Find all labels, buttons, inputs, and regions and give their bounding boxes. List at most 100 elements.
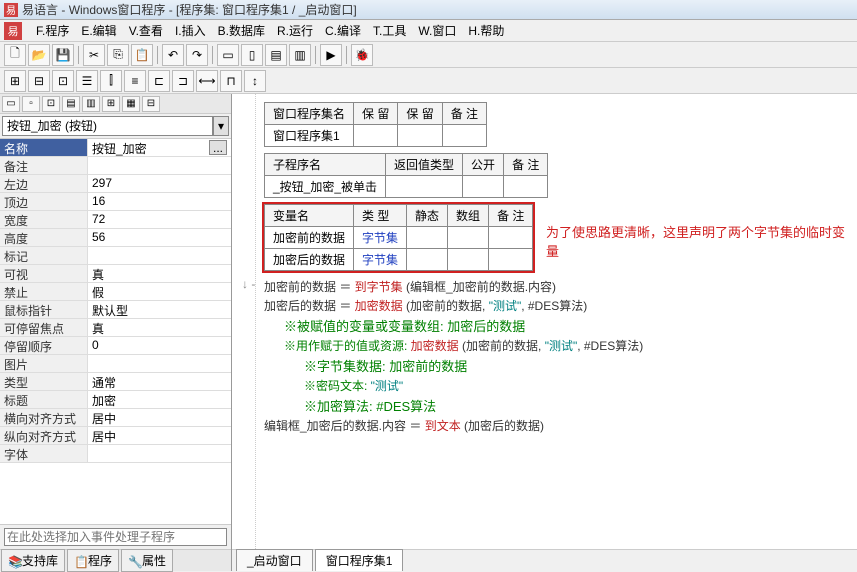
prop-value[interactable]: 居中 bbox=[88, 409, 231, 426]
prop-row[interactable]: 横向对齐方式居中 bbox=[0, 409, 231, 427]
redo-icon[interactable]: ↷ bbox=[186, 44, 208, 66]
align10-icon[interactable]: ⊓ bbox=[220, 70, 242, 92]
prop-name: 纵向对齐方式 bbox=[0, 427, 88, 444]
align7-icon[interactable]: ⊏ bbox=[148, 70, 170, 92]
doc-tab-assembly[interactable]: 窗口程序集1 bbox=[315, 549, 404, 571]
prop-row[interactable]: 高度56 bbox=[0, 229, 231, 247]
layout1-icon[interactable]: ▭ bbox=[217, 44, 239, 66]
prop-value[interactable] bbox=[88, 445, 231, 462]
code-line-2[interactable]: 加密后的数据 ＝ 加密数据 (加密前的数据, "测试", #DES算法) bbox=[264, 296, 853, 315]
prop-value[interactable]: 假 bbox=[88, 283, 231, 300]
prop-value[interactable]: 加密 bbox=[88, 391, 231, 408]
prop-row[interactable]: 字体 bbox=[0, 445, 231, 463]
prop-row[interactable]: 宽度72 bbox=[0, 211, 231, 229]
prop-value[interactable] bbox=[88, 157, 231, 174]
align1-icon[interactable]: ⊞ bbox=[4, 70, 26, 92]
prop-value[interactable]: 真 bbox=[88, 319, 231, 336]
tab-properties[interactable]: 🔧属性 bbox=[121, 549, 173, 572]
prop-value[interactable]: 居中 bbox=[88, 427, 231, 444]
prop-row[interactable]: 备注 bbox=[0, 157, 231, 175]
prop-row[interactable]: 类型通常 bbox=[0, 373, 231, 391]
prop-row[interactable]: 鼠标指针默认型 bbox=[0, 301, 231, 319]
new-icon[interactable]: 🗋 bbox=[4, 44, 26, 66]
undo-icon[interactable]: ↶ bbox=[162, 44, 184, 66]
align2-icon[interactable]: ⊟ bbox=[28, 70, 50, 92]
prop-row[interactable]: 图片 bbox=[0, 355, 231, 373]
var-row-1[interactable]: 加密前的数据 字节集 bbox=[265, 227, 533, 249]
align3-icon[interactable]: ⊡ bbox=[52, 70, 74, 92]
fold-marker-icon[interactable]: ↓ - bbox=[242, 277, 255, 291]
menu-window[interactable]: W.窗口 bbox=[412, 20, 462, 41]
prop-row[interactable]: 左边297 bbox=[0, 175, 231, 193]
prop-row[interactable]: 可停留焦点真 bbox=[0, 319, 231, 337]
layout3-icon[interactable]: ▤ bbox=[265, 44, 287, 66]
event-selector[interactable] bbox=[4, 528, 227, 546]
align4-icon[interactable]: ☰ bbox=[76, 70, 98, 92]
menu-database[interactable]: B.数据库 bbox=[212, 20, 271, 41]
code-area[interactable]: 窗口程序集名 保 留 保 留 备 注 窗口程序集1 子程序名 返回值类型 公开 … bbox=[232, 94, 857, 549]
prop-header-val[interactable]: 按钮_加密... bbox=[88, 139, 231, 156]
code-line-3[interactable]: 编辑框_加密后的数据.内容 ＝ 到文本 (加密后的数据) bbox=[264, 416, 853, 435]
cut-icon[interactable]: ✂ bbox=[83, 44, 105, 66]
save-icon[interactable]: 💾 bbox=[52, 44, 74, 66]
prop-row[interactable]: 顶边16 bbox=[0, 193, 231, 211]
tab-support-lib[interactable]: 📚支持库 bbox=[1, 549, 65, 572]
component-dropdown[interactable]: 按钮_加密 (按钮) bbox=[2, 116, 213, 136]
panel-btn-2[interactable]: ▫ bbox=[22, 96, 40, 112]
prop-name: 停留顺序 bbox=[0, 337, 88, 354]
prop-row[interactable]: 纵向对齐方式居中 bbox=[0, 427, 231, 445]
open-icon[interactable]: 📂 bbox=[28, 44, 50, 66]
prop-value[interactable]: 默认型 bbox=[88, 301, 231, 318]
var-row-2[interactable]: 加密后的数据 字节集 bbox=[265, 249, 533, 271]
prop-row[interactable]: 可视真 bbox=[0, 265, 231, 283]
prop-value[interactable]: 297 bbox=[88, 175, 231, 192]
menu-tools[interactable]: T.工具 bbox=[367, 20, 412, 41]
th-public: 公开 bbox=[463, 154, 504, 176]
align5-icon[interactable]: ⫿ bbox=[100, 70, 122, 92]
run-icon[interactable]: ▶ bbox=[320, 44, 342, 66]
prop-value[interactable]: 56 bbox=[88, 229, 231, 246]
prop-row[interactable]: 标题加密 bbox=[0, 391, 231, 409]
code-line-1[interactable]: 加密前的数据 ＝ 到字节集 (编辑框_加密前的数据.内容) bbox=[264, 277, 853, 296]
prop-value[interactable]: 通常 bbox=[88, 373, 231, 390]
prop-value[interactable]: 16 bbox=[88, 193, 231, 210]
tab-program[interactable]: 📋程序 bbox=[67, 549, 119, 572]
panel-btn-8[interactable]: ⊟ bbox=[142, 96, 160, 112]
panel-btn-3[interactable]: ⊡ bbox=[42, 96, 60, 112]
align9-icon[interactable]: ⟷ bbox=[196, 70, 218, 92]
layout2-icon[interactable]: ▯ bbox=[241, 44, 263, 66]
align8-icon[interactable]: ⊐ bbox=[172, 70, 194, 92]
panel-btn-5[interactable]: ▥ bbox=[82, 96, 100, 112]
prop-value[interactable]: 72 bbox=[88, 211, 231, 228]
layout4-icon[interactable]: ▥ bbox=[289, 44, 311, 66]
panel-btn-1[interactable]: ▭ bbox=[2, 96, 20, 112]
menu-edit[interactable]: E.编辑 bbox=[75, 20, 122, 41]
dropdown-arrow-icon[interactable]: ▾ bbox=[213, 116, 229, 136]
book-icon: 📚 bbox=[8, 555, 20, 567]
panel-btn-4[interactable]: ▤ bbox=[62, 96, 80, 112]
prop-row[interactable]: 停留顺序0 bbox=[0, 337, 231, 355]
prop-row[interactable]: 禁止假 bbox=[0, 283, 231, 301]
prop-value[interactable]: 真 bbox=[88, 265, 231, 282]
prop-value[interactable] bbox=[88, 355, 231, 372]
paste-icon[interactable]: 📋 bbox=[131, 44, 153, 66]
prop-value[interactable] bbox=[88, 247, 231, 264]
td-assembly-name[interactable]: 窗口程序集1 bbox=[265, 125, 354, 147]
prop-value[interactable]: 0 bbox=[88, 337, 231, 354]
menu-program[interactable]: F.程序 bbox=[30, 20, 75, 41]
menu-insert[interactable]: I.插入 bbox=[169, 20, 212, 41]
ellipsis-button[interactable]: ... bbox=[209, 140, 227, 155]
panel-btn-6[interactable]: ⊞ bbox=[102, 96, 120, 112]
menu-help[interactable]: H.帮助 bbox=[462, 20, 510, 41]
copy-icon[interactable]: ⎘ bbox=[107, 44, 129, 66]
prop-row[interactable]: 标记 bbox=[0, 247, 231, 265]
menu-compile[interactable]: C.编译 bbox=[319, 20, 367, 41]
align6-icon[interactable]: ≡ bbox=[124, 70, 146, 92]
doc-tab-window[interactable]: _启动窗口 bbox=[236, 549, 313, 571]
debug-icon[interactable]: 🐞 bbox=[351, 44, 373, 66]
td-sub-name[interactable]: _按钮_加密_被单击 bbox=[265, 176, 386, 198]
align11-icon[interactable]: ↕ bbox=[244, 70, 266, 92]
panel-btn-7[interactable]: ▦ bbox=[122, 96, 140, 112]
menu-run[interactable]: R.运行 bbox=[271, 20, 319, 41]
menu-view[interactable]: V.查看 bbox=[123, 20, 169, 41]
